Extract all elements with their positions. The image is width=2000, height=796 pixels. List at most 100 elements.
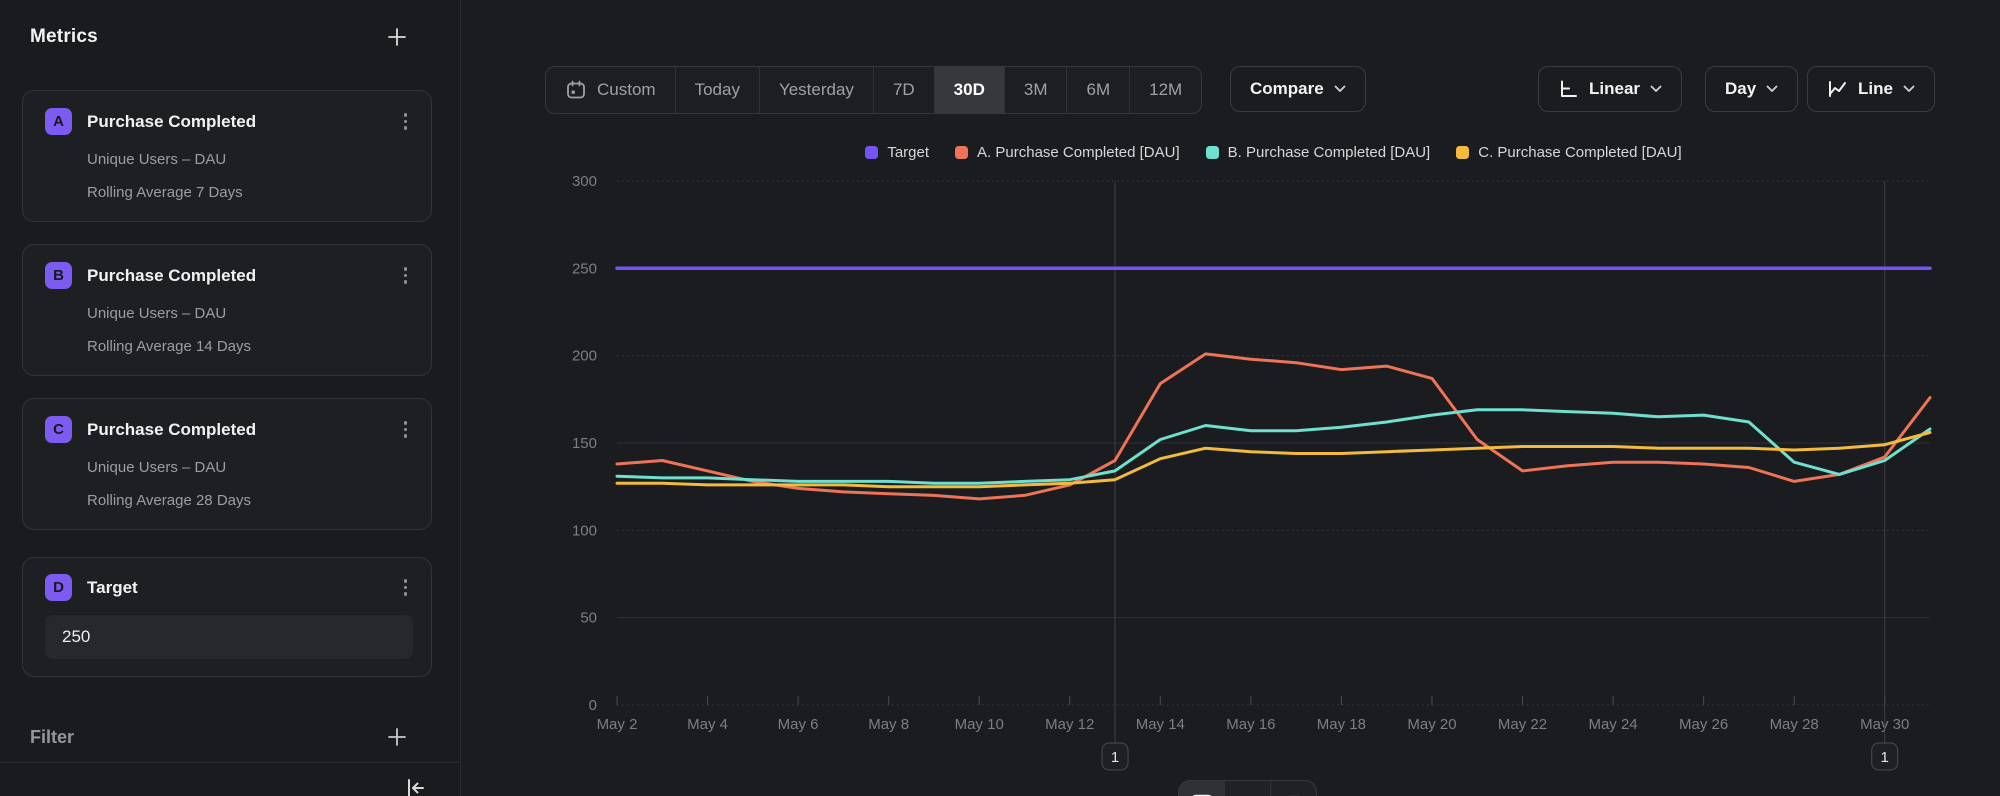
legend-swatch — [1206, 146, 1219, 159]
range-option-custom[interactable]: Custom — [546, 67, 676, 113]
add-filter-button[interactable] — [386, 726, 408, 748]
metrics-section-title: Metrics — [30, 26, 98, 48]
legend-item[interactable]: B. Purchase Completed [DAU] — [1206, 144, 1431, 161]
filter-section-header: Filter — [30, 726, 408, 748]
metric-card-list: A Purchase Completed Unique Users – DAU … — [22, 90, 432, 552]
svg-text:May 24: May 24 — [1588, 716, 1637, 733]
svg-text:May 12: May 12 — [1045, 716, 1094, 733]
range-option-today[interactable]: Today — [676, 67, 760, 113]
chart-height-option-small[interactable] — [1271, 781, 1316, 796]
sidebar: Metrics A Purchase Completed Unique User… — [0, 0, 461, 796]
linear-axis-icon — [1558, 79, 1579, 99]
svg-text:May 4: May 4 — [687, 716, 728, 733]
svg-text:May 26: May 26 — [1679, 716, 1728, 733]
range-option-3m[interactable]: 3M — [1005, 67, 1068, 113]
legend-label: C. Purchase Completed [DAU] — [1478, 144, 1681, 161]
kebab-menu-icon[interactable] — [398, 109, 414, 134]
series-line[interactable] — [617, 410, 1930, 483]
date-range-selector: Custom Today Yesterday 7D30D 3M 6M 12M — [545, 66, 1202, 114]
range-option-label: 3M — [1024, 80, 1048, 100]
small-chart-icon — [1281, 792, 1307, 796]
compare-button[interactable]: Compare — [1230, 66, 1366, 112]
legend-label: Target — [887, 144, 929, 161]
granularity-select-button[interactable]: Day — [1705, 66, 1798, 112]
svg-text:May 10: May 10 — [955, 716, 1004, 733]
range-option-30d[interactable]: 30D — [935, 67, 1005, 113]
range-option-label: Custom — [597, 80, 656, 100]
chart-height-toggle — [1178, 780, 1317, 796]
chart-series — [617, 268, 1930, 499]
series-line[interactable] — [617, 354, 1930, 499]
svg-text:May 14: May 14 — [1136, 716, 1185, 733]
target-value-input[interactable]: 250 — [45, 615, 413, 659]
target-card-header: D Target — [45, 574, 413, 601]
svg-text:1: 1 — [1881, 749, 1889, 766]
svg-text:May 28: May 28 — [1770, 716, 1819, 733]
target-card: D Target 250 — [22, 557, 432, 677]
line-chart[interactable]: 050100150200250300May 2May 4May 6May 8Ma… — [540, 165, 1992, 796]
chart-type-select-button[interactable]: Line — [1807, 66, 1935, 112]
plus-icon — [386, 726, 408, 748]
legend-item[interactable]: C. Purchase Completed [DAU] — [1456, 144, 1681, 161]
range-option-6m[interactable]: 6M — [1067, 67, 1130, 113]
range-option-7d[interactable]: 7D — [874, 67, 935, 113]
sidebar-header: Metrics — [30, 26, 408, 48]
legend-swatch — [955, 146, 968, 159]
metric-badge-d: D — [45, 574, 72, 601]
svg-text:0: 0 — [589, 697, 597, 714]
metric-badge: A — [45, 108, 72, 135]
legend-swatch — [1456, 146, 1469, 159]
metric-transform: Rolling Average 28 Days — [87, 492, 413, 509]
sidebar-footer-divider — [0, 762, 459, 763]
add-metric-button[interactable] — [386, 26, 408, 48]
range-option-label: Yesterday — [779, 80, 854, 100]
scale-select-button[interactable]: Linear — [1538, 66, 1682, 112]
range-option-label: Today — [695, 80, 740, 100]
legend-label: B. Purchase Completed [DAU] — [1228, 144, 1431, 161]
calendar-icon — [565, 79, 587, 101]
range-option-12m[interactable]: 12M — [1130, 67, 1201, 113]
chevron-down-icon — [1334, 85, 1346, 93]
chart-height-option-large[interactable] — [1179, 781, 1225, 796]
metric-measurement: Unique Users – DAU — [87, 305, 413, 322]
chevron-down-icon — [1766, 85, 1778, 93]
svg-text:300: 300 — [572, 173, 597, 190]
range-option-yesterday[interactable]: Yesterday — [760, 67, 874, 113]
svg-text:May 8: May 8 — [868, 716, 909, 733]
collapse-sidebar-button[interactable] — [402, 775, 428, 796]
chevron-down-icon — [1903, 85, 1915, 93]
svg-text:May 22: May 22 — [1498, 716, 1547, 733]
medium-chart-icon — [1235, 792, 1261, 796]
metric-transform: Rolling Average 14 Days — [87, 338, 413, 355]
legend-item[interactable]: Target — [865, 144, 929, 161]
svg-text:200: 200 — [572, 348, 597, 365]
metric-title: Purchase Completed — [87, 420, 256, 440]
granularity-label: Day — [1725, 79, 1756, 99]
kebab-menu-icon[interactable] — [398, 263, 414, 288]
svg-text:100: 100 — [572, 522, 597, 539]
svg-text:150: 150 — [572, 435, 597, 452]
filter-section-title: Filter — [30, 727, 74, 748]
annotation-badges: 11 — [1102, 743, 1898, 770]
chart-gridlines — [617, 181, 1930, 618]
metric-card: C Purchase Completed Unique Users – DAU … — [22, 398, 432, 530]
metric-measurement: Unique Users – DAU — [87, 459, 413, 476]
metric-badge: C — [45, 416, 72, 443]
metric-badge: B — [45, 262, 72, 289]
range-option-label: 6M — [1086, 80, 1110, 100]
legend-label: A. Purchase Completed [DAU] — [977, 144, 1180, 161]
kebab-menu-icon[interactable] — [398, 417, 414, 442]
metric-measurement: Unique Users – DAU — [87, 151, 413, 168]
legend-swatch — [865, 146, 878, 159]
annotation-lines — [1115, 181, 1885, 743]
metric-card: A Purchase Completed Unique Users – DAU … — [22, 90, 432, 222]
legend-item[interactable]: A. Purchase Completed [DAU] — [955, 144, 1180, 161]
svg-text:May 18: May 18 — [1317, 716, 1366, 733]
svg-text:May 16: May 16 — [1226, 716, 1275, 733]
chart-height-option-medium[interactable] — [1225, 781, 1271, 796]
series-line[interactable] — [617, 433, 1930, 487]
scale-label: Linear — [1589, 79, 1640, 99]
target-title: Target — [87, 578, 138, 598]
svg-text:250: 250 — [572, 260, 597, 277]
kebab-menu-icon[interactable] — [398, 575, 414, 600]
